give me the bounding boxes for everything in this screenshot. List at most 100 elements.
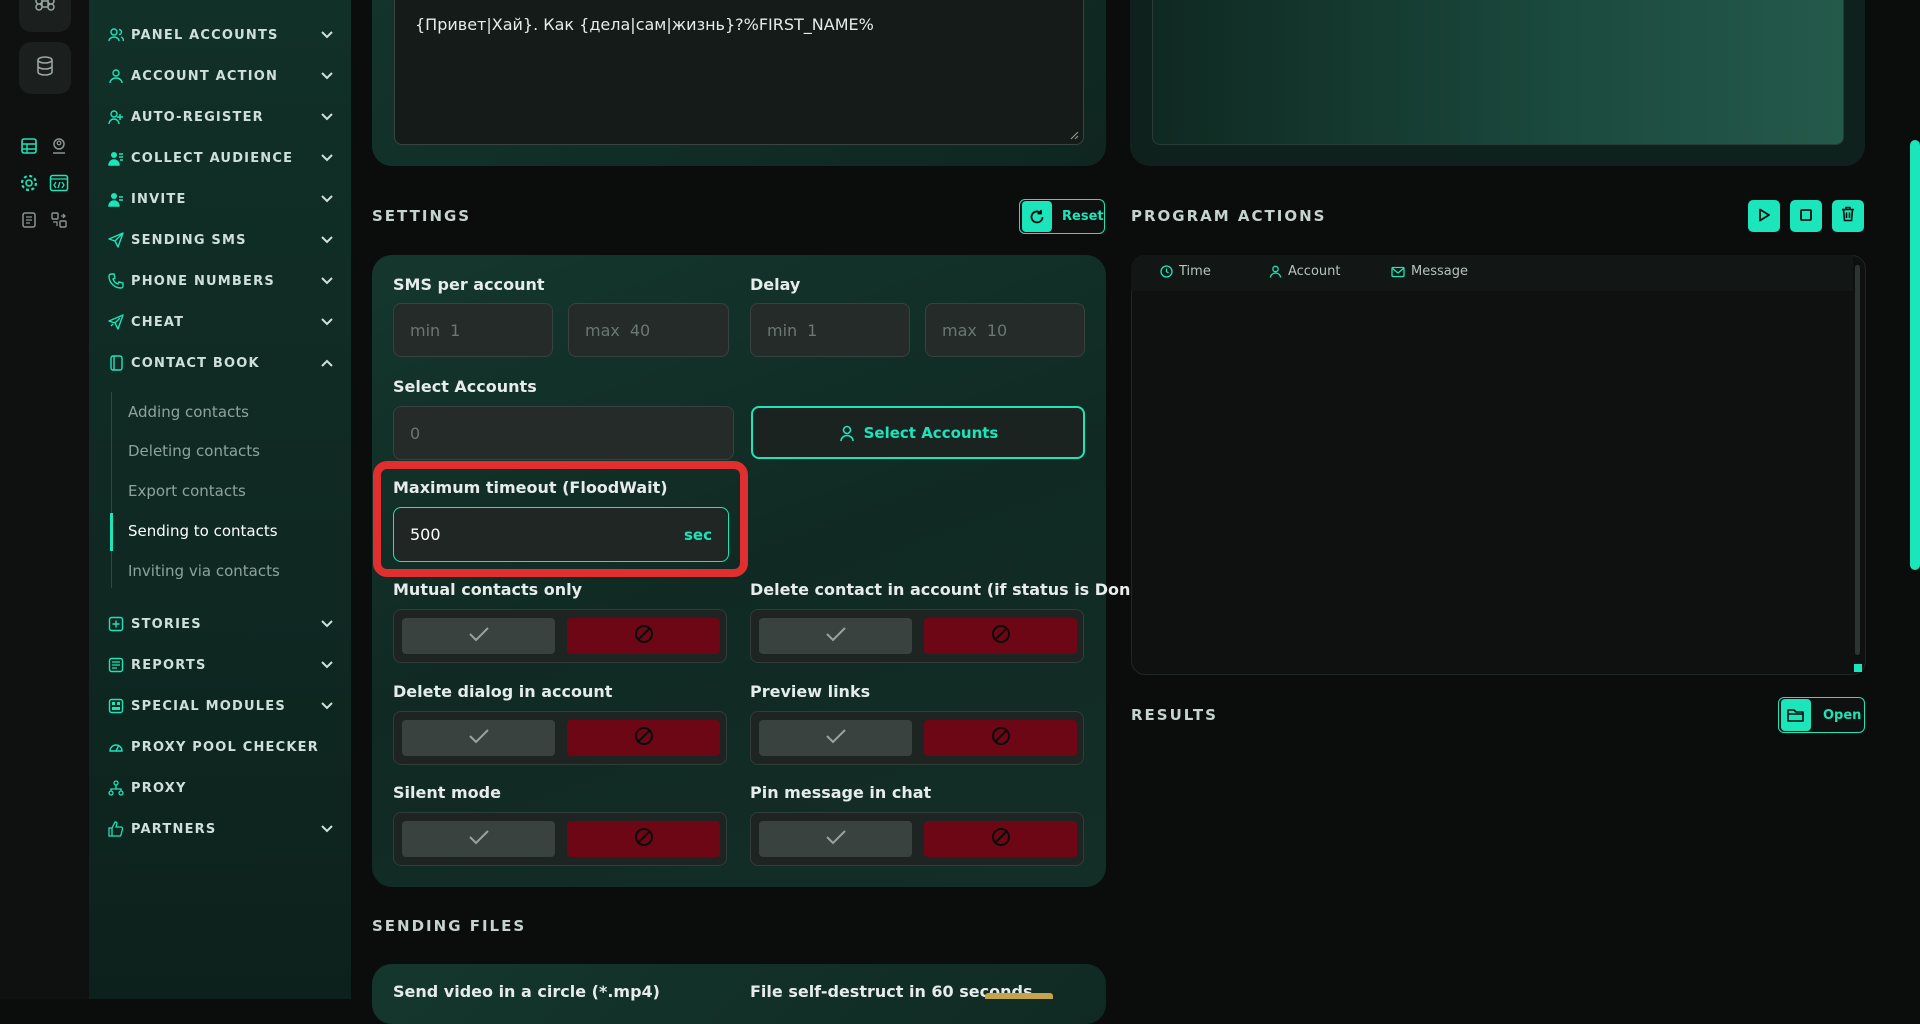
sidebar-subitem-inviting-via-contacts[interactable]: Inviting via contacts [128, 557, 348, 585]
sidebar-item-collect-audience[interactable]: COLLECT AUDIENCE [107, 143, 335, 173]
sidebar-item-invite[interactable]: INVITE [107, 184, 335, 214]
modules-icon [107, 697, 125, 715]
page-scrollbar[interactable] [1910, 140, 1920, 570]
toggle-no-button[interactable] [567, 720, 720, 756]
sidebar-item-contact-book[interactable]: CONTACT BOOK [107, 348, 335, 378]
sms-max-input[interactable]: max 40 [568, 303, 729, 357]
sidebar-item-phone-numbers[interactable]: PHONE NUMBERS [107, 266, 335, 296]
ban-icon [990, 623, 1012, 649]
stop-icon [1799, 207, 1813, 226]
sidebar-item-auto-register[interactable]: AUTO-REGISTER [107, 102, 335, 132]
message-textarea[interactable]: {Привет|Хай}. Как {дела|сам|жизнь}?%FIRS… [394, 0, 1084, 145]
document-icon[interactable] [18, 209, 40, 231]
sidebar-item-account-action[interactable]: ACCOUNT ACTION [107, 61, 335, 91]
sidebar-subitem-export-contacts[interactable]: Export contacts [128, 477, 348, 505]
chevron-down-icon [319, 232, 335, 248]
ban-icon [633, 623, 655, 649]
select-accounts-label: Select Accounts [393, 377, 537, 396]
user-icon [838, 424, 856, 442]
log-scrollbar[interactable] [1855, 265, 1860, 655]
sidebar-item-partners[interactable]: PARTNERS [107, 814, 335, 844]
user-plus-icon [107, 108, 125, 126]
chevron-down-icon [319, 698, 335, 714]
video-circle-label: Send video in a circle (*.mp4) [393, 982, 660, 1001]
timeout-label: Maximum timeout (FloodWait) [393, 478, 668, 497]
selected-accounts-count[interactable]: 0 [393, 406, 734, 460]
database-icon [34, 55, 56, 81]
command-icon [35, 0, 55, 18]
log-column-message[interactable]: Message [1391, 264, 1468, 279]
sms-min-input[interactable]: min 1 [393, 303, 553, 357]
log-resize-corner[interactable] [1854, 664, 1862, 672]
chevron-down-icon [319, 273, 335, 289]
database-button[interactable] [19, 42, 71, 94]
preview-links-label: Preview links [750, 682, 871, 701]
toggle-no-button[interactable] [924, 618, 1077, 654]
delay-min-input[interactable]: min 1 [750, 303, 910, 357]
sidebar-item-panel-accounts[interactable]: PANEL ACCOUNTS [107, 20, 335, 50]
chevron-down-icon [319, 821, 335, 837]
ban-icon [633, 725, 655, 751]
book-icon [107, 354, 125, 372]
resize-handle-icon[interactable] [1069, 130, 1079, 140]
sidebar-item-stories[interactable]: STORIES [107, 609, 335, 639]
toggle-yes-button[interactable] [402, 720, 555, 756]
results-title: RESULTS [1131, 706, 1218, 724]
user-pin-icon[interactable] [48, 135, 70, 157]
clear-log-button[interactable] [1832, 200, 1864, 232]
self-destruct-toggle[interactable] [985, 993, 1053, 999]
sidebar-item-sending-sms[interactable]: SENDING SMS [107, 225, 335, 255]
chevron-up-icon [319, 355, 335, 371]
sidebar-subitem-deleting-contacts[interactable]: Deleting contacts [128, 437, 348, 465]
timeout-input[interactable]: 500 sec [393, 507, 729, 562]
toggle-yes-button[interactable] [759, 821, 912, 857]
log-column-time[interactable]: Time [1160, 264, 1211, 279]
message-text: {Привет|Хай}. Как {дела|сам|жизнь}?%FIRS… [415, 15, 874, 34]
open-results-button[interactable]: Open [1778, 697, 1865, 733]
command-button[interactable] [19, 0, 71, 32]
play-icon [1757, 207, 1771, 226]
submenu-active-indicator [110, 513, 113, 551]
silent-mode-label: Silent mode [393, 783, 501, 802]
ban-icon [990, 826, 1012, 852]
sidebar-item-special-modules[interactable]: SPECIAL MODULES [107, 691, 335, 721]
preview-area [1152, 0, 1844, 145]
check-icon [468, 728, 490, 748]
toggle-no-button[interactable] [924, 821, 1077, 857]
mutual-contacts-label: Mutual contacts only [393, 580, 583, 599]
user-list-icon [107, 149, 125, 167]
toggle-yes-button[interactable] [759, 618, 912, 654]
chevron-down-icon [319, 616, 335, 632]
chevron-down-icon [319, 68, 335, 84]
log-column-account[interactable]: Account [1269, 264, 1341, 279]
select-accounts-button[interactable]: Select Accounts [751, 406, 1085, 459]
code-window-icon[interactable] [48, 172, 70, 194]
sidebar-item-reports[interactable]: REPORTS [107, 650, 335, 680]
delay-max-input[interactable]: max 10 [925, 303, 1085, 357]
stop-button[interactable] [1790, 200, 1822, 232]
mutual-contacts-toggle [393, 609, 727, 663]
sidebar-subitem-sending-to-contacts[interactable]: Sending to contacts [128, 517, 348, 545]
toggle-no-button[interactable] [567, 618, 720, 654]
sidebar-subitem-adding-contacts[interactable]: Adding contacts [128, 398, 348, 426]
table-icon[interactable] [18, 135, 40, 157]
toggle-no-button[interactable] [567, 821, 720, 857]
delete-contact-label: Delete contact in account (if status is … [750, 580, 1149, 599]
pin-message-toggle [750, 812, 1084, 866]
submenu-guide-line [111, 392, 112, 588]
toggle-yes-button[interactable] [402, 618, 555, 654]
report-icon [107, 656, 125, 674]
reset-button[interactable]: Reset [1019, 199, 1105, 234]
toggle-yes-button[interactable] [759, 720, 912, 756]
chevron-down-icon [319, 657, 335, 673]
settings-icon[interactable] [18, 172, 40, 194]
grid-icon[interactable] [48, 209, 70, 231]
toggle-no-button[interactable] [924, 720, 1077, 756]
toggle-yes-button[interactable] [402, 821, 555, 857]
sms-per-account-label: SMS per account [393, 275, 545, 294]
sidebar-item-proxy[interactable]: PROXY [107, 773, 335, 803]
megaphone-icon [107, 313, 125, 331]
play-button[interactable] [1748, 200, 1780, 232]
sidebar-item-proxy-pool-checker[interactable]: PROXY POOL CHECKER [107, 732, 335, 762]
sidebar-item-cheat[interactable]: CHEAT [107, 307, 335, 337]
